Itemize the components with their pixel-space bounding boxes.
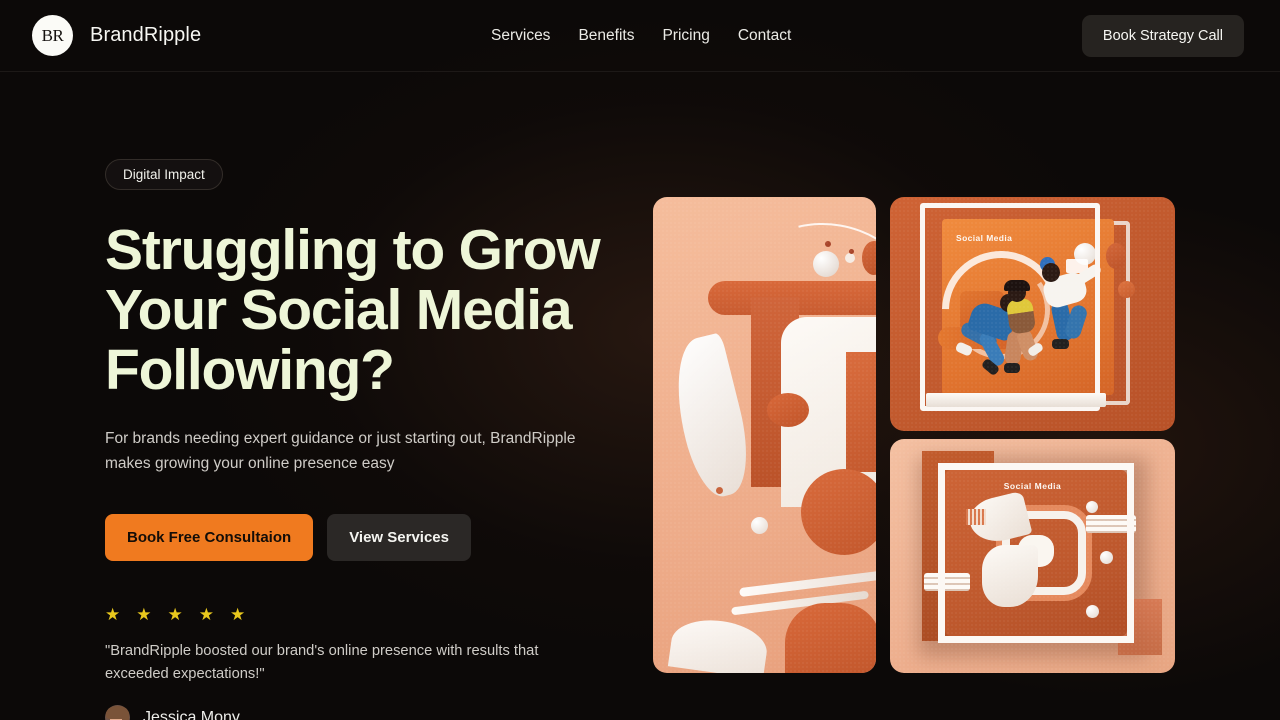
brand-name: BrandRipple [90, 24, 202, 46]
star-icon: ★ [230, 605, 246, 624]
decor-grain [890, 197, 1175, 431]
site-header: BR BrandRipple Services Benefits Pricing… [0, 0, 1280, 72]
gallery-panel-at-symbol[interactable]: Social Media [890, 439, 1175, 673]
page-title: Struggling to Grow Your Social Media Fol… [105, 220, 645, 400]
testimonial-quote: "BrandRipple boosted our brand's online … [105, 643, 539, 682]
star-icon: ★ [167, 605, 183, 624]
logo-monogram-icon: BR [32, 15, 73, 56]
star-icon: ★ [198, 605, 214, 624]
nav-item-contact[interactable]: Contact [738, 27, 791, 45]
gallery-panel-tall[interactable] [653, 197, 876, 673]
brand-logo[interactable]: BR BrandRipple [32, 15, 201, 56]
decor-grain [653, 197, 876, 673]
hero-gallery: Social Media Social Media [653, 197, 1175, 673]
nav-item-services[interactable]: Services [491, 27, 550, 45]
decor-grain [890, 439, 1175, 673]
hero-badge: Digital Impact [105, 159, 223, 190]
rating-stars: ★ ★ ★ ★ ★ [105, 606, 645, 623]
main-navigation: Services Benefits Pricing Contact [491, 27, 791, 45]
star-icon: ★ [105, 605, 121, 624]
headline-line-2: Your Social Media [105, 278, 573, 342]
nav-item-benefits[interactable]: Benefits [578, 27, 634, 45]
hero-button-row: Book Free Consultaion View Services [105, 514, 645, 561]
testimonial-author: Jessica Mony [105, 705, 645, 720]
book-strategy-call-button[interactable]: Book Strategy Call [1081, 14, 1244, 57]
headline-line-1: Struggling to Grow [105, 218, 601, 282]
headline-line-3: Following? [105, 338, 395, 402]
author-name: Jessica Mony [143, 708, 240, 720]
gallery-panel-people[interactable]: Social Media [890, 197, 1175, 431]
nav-item-pricing[interactable]: Pricing [662, 27, 709, 45]
view-services-button[interactable]: View Services [327, 514, 471, 561]
hero-content: Digital Impact Struggling to Grow Your S… [105, 159, 645, 720]
book-free-consultation-button[interactable]: Book Free Consultaion [105, 514, 314, 561]
avatar [105, 705, 130, 720]
star-icon: ★ [136, 605, 152, 624]
avatar-hair-side [122, 710, 129, 720]
hero-subtext: For brands needing expert guidance or ju… [105, 430, 576, 472]
